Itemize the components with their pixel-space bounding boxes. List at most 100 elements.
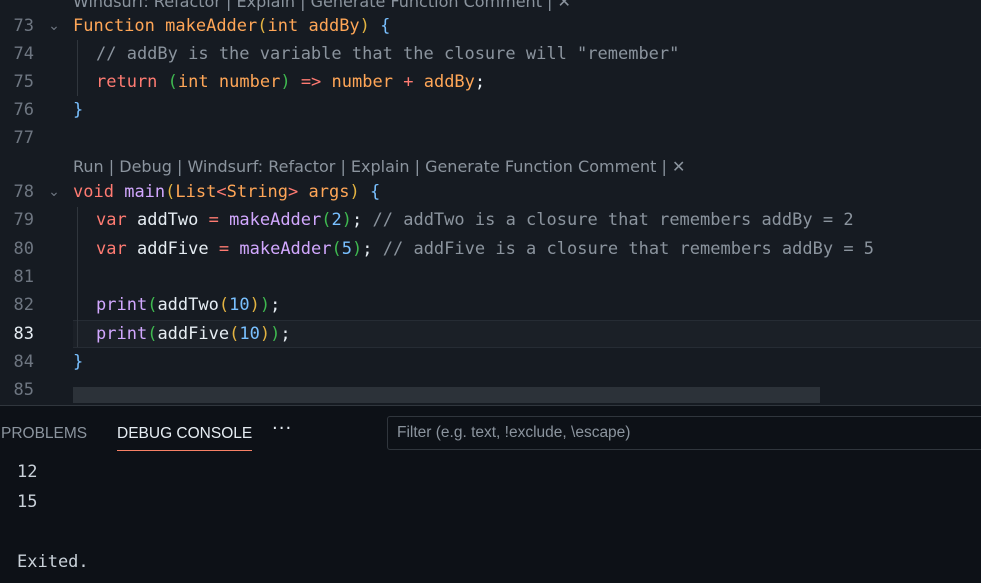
horizontal-scrollbar[interactable] bbox=[73, 387, 820, 403]
code-token: ; bbox=[352, 210, 363, 230]
codelens-separator: | bbox=[103, 157, 120, 176]
tab-problems[interactable]: PROBLEMS bbox=[1, 420, 87, 450]
code-line[interactable]: 81 bbox=[0, 263, 981, 291]
line-number: 84 bbox=[13, 352, 34, 372]
code-token: ) bbox=[249, 295, 260, 315]
code-token: < bbox=[216, 182, 227, 202]
code-line[interactable]: 77 bbox=[0, 124, 981, 152]
codelens-separator: | bbox=[335, 157, 351, 176]
code-token: ; bbox=[474, 72, 486, 92]
code-token: => bbox=[300, 72, 322, 92]
code-token: ( bbox=[167, 72, 178, 92]
code-token: // addTwo is a closure that remembers ad… bbox=[372, 210, 854, 230]
code-token: ( bbox=[147, 324, 158, 344]
code-text: print(addFive(10)); bbox=[96, 320, 291, 348]
code-line[interactable]: 83 print(addFive(10)); bbox=[0, 320, 981, 348]
code-token: { bbox=[380, 16, 391, 36]
code-line[interactable]: 75 return (int number) => number + addBy; bbox=[0, 68, 981, 96]
code-text: Function makeAdder(int addBy) { bbox=[73, 12, 390, 40]
code-token: ( bbox=[331, 239, 342, 259]
code-token: addBy bbox=[423, 72, 475, 92]
codelens-main: Run | Debug | Windsurf: Refactor | Expla… bbox=[73, 153, 685, 181]
codelens-separator: | bbox=[295, 0, 311, 11]
code-token: makeAdder bbox=[165, 16, 258, 36]
code-token: int bbox=[267, 16, 299, 36]
code-token: ) bbox=[359, 16, 370, 36]
line-number: 80 bbox=[13, 239, 34, 259]
code-token: = bbox=[208, 210, 219, 230]
codelens-explain-link[interactable]: Explain bbox=[351, 157, 410, 176]
code-text: print(addTwo(10)); bbox=[96, 291, 280, 319]
code-token: ( bbox=[218, 295, 230, 315]
code-line[interactable]: 74 // addBy is the variable that the clos… bbox=[0, 40, 981, 68]
codelens-generate-function-comment-link[interactable]: Generate Function Comment bbox=[311, 0, 542, 11]
code-token: args bbox=[308, 182, 350, 202]
code-token: ; bbox=[280, 324, 291, 344]
line-number: 76 bbox=[13, 100, 34, 120]
output-line: 12 bbox=[17, 462, 38, 482]
code-token: + bbox=[403, 72, 414, 92]
code-token: int bbox=[177, 72, 209, 92]
panel-tabs: PROBLEMS DEBUG CONSOLE ··· bbox=[0, 406, 380, 456]
code-token: { bbox=[369, 182, 381, 202]
code-line[interactable]: 80 var addFive = makeAdder(5); // addFive… bbox=[0, 235, 981, 263]
code-token: 10 bbox=[239, 324, 260, 344]
more-actions-icon[interactable]: ··· bbox=[272, 418, 292, 439]
codelens-windsurf-refactor-link[interactable]: Windsurf: Refactor bbox=[187, 157, 335, 176]
code-token: Function bbox=[73, 16, 155, 36]
codelens-debug-link[interactable]: Debug bbox=[119, 157, 172, 176]
code-token: = bbox=[218, 239, 230, 259]
codelens-close-icon[interactable]: ✕ bbox=[558, 0, 571, 11]
codelens-separator: | bbox=[656, 157, 672, 176]
tab-debug-console[interactable]: DEBUG CONSOLE bbox=[117, 420, 253, 451]
code-line[interactable]: 76} bbox=[0, 96, 981, 124]
code-token: ) bbox=[270, 324, 281, 344]
code-token: ) bbox=[352, 239, 363, 259]
output-line: Exited. bbox=[17, 552, 89, 572]
code-line[interactable]: 78 ⌄ void main(List<String> args) { bbox=[0, 178, 981, 206]
code-line[interactable]: 73 ⌄ Function makeAdder(int addBy) { bbox=[0, 12, 981, 40]
code-text: } bbox=[73, 96, 83, 124]
code-token: ( bbox=[257, 16, 268, 36]
code-line[interactable]: 79 var addTwo = makeAdder(2); // addTwo i… bbox=[0, 206, 981, 234]
code-token: ) bbox=[280, 72, 291, 92]
code-token: print bbox=[96, 324, 148, 344]
fold-chevron-icon[interactable]: ⌄ bbox=[44, 178, 64, 206]
code-editor[interactable]: Windsurf: Refactor | Explain | Generate … bbox=[0, 0, 981, 405]
codelens-close-icon[interactable]: ✕ bbox=[672, 157, 685, 176]
codelens-generate-function-comment-link[interactable]: Generate Function Comment bbox=[425, 157, 656, 176]
code-token: addTwo bbox=[136, 210, 199, 230]
bottom-panel: PROBLEMS DEBUG CONSOLE ··· 12 15 Exited. bbox=[0, 405, 981, 583]
line-number: 74 bbox=[13, 44, 34, 64]
codelens-windsurf-refactor-link[interactable]: Windsurf: Refactor bbox=[73, 0, 221, 11]
code-line[interactable]: 82 print(addTwo(10)); bbox=[0, 291, 981, 319]
code-token: ) bbox=[349, 182, 360, 202]
code-token: 5 bbox=[341, 239, 352, 259]
code-line[interactable]: 84} bbox=[0, 348, 981, 376]
code-text: return (int number) => number + addBy; bbox=[96, 68, 485, 96]
fold-chevron-icon[interactable]: ⌄ bbox=[44, 12, 64, 40]
codelens-explain-link[interactable]: Explain bbox=[236, 0, 295, 11]
code-token: addBy bbox=[308, 16, 360, 36]
filter-input[interactable] bbox=[387, 416, 981, 450]
codelens-run-link[interactable]: Run bbox=[73, 157, 104, 176]
code-token: number bbox=[218, 72, 281, 92]
code-text: // addBy is the variable that the closur… bbox=[96, 40, 679, 68]
code-token: ; bbox=[362, 239, 373, 259]
code-token: } bbox=[73, 100, 84, 120]
line-number: 85 bbox=[13, 380, 34, 400]
